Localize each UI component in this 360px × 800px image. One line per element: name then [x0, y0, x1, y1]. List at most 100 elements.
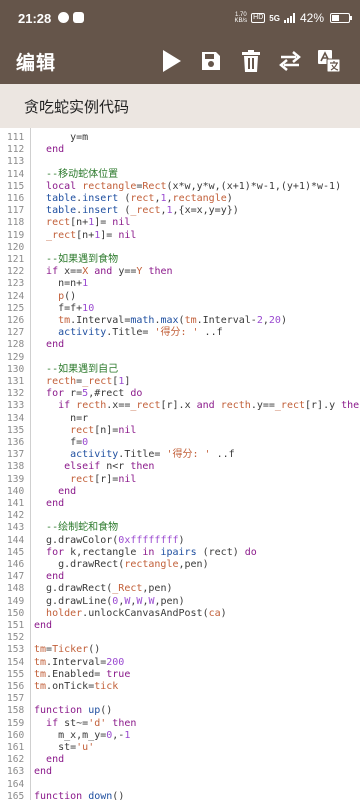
code-text: elseif n<r then	[34, 461, 154, 473]
code-text: rect[n]=nil	[34, 425, 136, 437]
line-number: 158	[7, 705, 25, 717]
line-number: 121	[7, 254, 25, 265]
code-text: if recth.x==_rect[r].x and recth.y==_rec…	[34, 400, 360, 412]
line-number: 127	[7, 327, 25, 339]
line-number: 165	[7, 790, 25, 800]
code-line: 165 function down()	[0, 791, 360, 800]
code-token: --如果遇到自己	[46, 363, 119, 375]
code-line: 164	[0, 779, 360, 791]
code-token: 200	[106, 656, 125, 668]
line-number: 140	[7, 485, 25, 497]
code-line: 128 end	[0, 339, 360, 351]
code-token: Rect	[142, 180, 167, 192]
code-token: x==	[58, 266, 83, 278]
code-line: 114 --移动蛇体位置	[0, 169, 360, 181]
code-line: 156 tm.onTick=tick	[0, 681, 360, 693]
code-text: for r=5,#rect do	[34, 388, 142, 400]
save-button[interactable]	[196, 46, 226, 76]
code-token: 1	[82, 278, 89, 290]
delete-button[interactable]	[236, 46, 266, 76]
code-text: g.drawLine(0,W,W,W,pen)	[34, 596, 185, 608]
code-token: local	[46, 180, 77, 192]
translate-button[interactable]	[314, 46, 344, 76]
code-token: table	[46, 193, 77, 204]
code-token: 0xffffffff	[118, 534, 179, 546]
code-token: (	[118, 205, 131, 217]
code-line: 141 end	[0, 498, 360, 510]
code-token: rectangle	[82, 180, 137, 192]
code-line: 149 g.drawLine(0,W,W,W,pen)	[0, 596, 360, 608]
code-token: ()	[64, 290, 77, 302]
code-token: do	[244, 546, 257, 558]
code-token: for	[46, 546, 65, 558]
code-token: 'd'	[88, 717, 107, 729]
code-token: ()	[100, 705, 113, 717]
line-number: 116	[7, 193, 25, 204]
code-token: --移动蛇体位置	[46, 168, 119, 180]
code-line: 160 m_x,m_y=0,-1	[0, 730, 360, 742]
code-line: 163 end	[0, 766, 360, 778]
code-token: and	[94, 266, 113, 278]
code-text: rect[r]=nil	[34, 474, 136, 486]
code-editor[interactable]: 111 y=m 112 end 113 114 --移动蛇体位置 115 local r…	[0, 128, 360, 800]
code-line: 133 if recth.x==_rect[r].x and recth.y==…	[0, 400, 360, 412]
code-token: '得分: '	[166, 449, 211, 461]
code-token: function	[34, 790, 83, 800]
line-number: 144	[7, 534, 25, 546]
code-line: 130 --如果遇到自己	[0, 364, 360, 376]
line-number: 139	[7, 473, 25, 485]
document-title: 贪吃蛇实例代码	[24, 98, 130, 116]
code-token: n=r	[34, 412, 89, 424]
run-button[interactable]	[157, 46, 187, 76]
line-number: 133	[7, 400, 25, 412]
code-line: 143 --绘制蛇和食物	[0, 522, 360, 534]
code-line: 132 for r=5,#rect do	[0, 388, 360, 400]
translate-icon	[318, 50, 341, 73]
line-number: 143	[7, 522, 25, 534]
code-token: (rect)	[196, 546, 245, 558]
code-token: end	[46, 498, 65, 509]
code-text: end	[34, 486, 76, 498]
line-number: 113	[7, 156, 25, 168]
code-text: --绘制蛇和食物	[34, 522, 118, 534]
code-token: tick	[94, 681, 119, 692]
code-line: 142	[0, 510, 360, 522]
code-token: holder	[46, 607, 83, 619]
code-text: activity.Title= '得分: ' ..f	[34, 449, 235, 461]
code-token: )	[226, 193, 233, 204]
code-token: end	[46, 144, 65, 156]
code-line: 161 st='u'	[0, 742, 360, 754]
battery-icon	[330, 13, 352, 23]
line-number: 138	[7, 461, 25, 473]
battery-level	[332, 15, 339, 21]
code-token: rect	[70, 424, 95, 436]
code-text: for k,rectangle in ipairs (rect) do	[34, 547, 257, 559]
code-token: ]=	[100, 229, 119, 241]
code-token: (	[118, 193, 131, 204]
code-token: .Interval=	[46, 656, 107, 668]
code-line: 112 end	[0, 144, 360, 156]
code-token: ()	[88, 644, 101, 656]
line-number: 134	[7, 412, 25, 424]
code-line: 125 f=f+10	[0, 303, 360, 315]
line-number: 115	[7, 180, 25, 192]
code-token: g.drawRect(	[34, 559, 125, 570]
code-token: elseif	[64, 461, 101, 473]
swap-button[interactable]	[275, 46, 305, 76]
delete-icon	[242, 50, 260, 72]
code-token: )	[178, 534, 185, 546]
code-token: recth	[46, 376, 77, 387]
code-text: g.drawRect(_Rect,pen)	[34, 583, 173, 595]
code-text: _rect[n+1]= nil	[34, 230, 136, 242]
code-token: ,pen)	[142, 583, 173, 595]
code-token: st=	[34, 742, 77, 753]
network-speed: 1.70 KB/s	[235, 12, 248, 24]
